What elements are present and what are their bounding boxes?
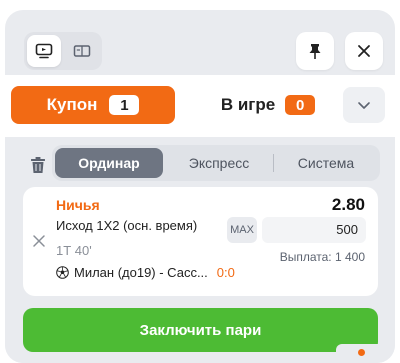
watermark-logo	[336, 344, 386, 360]
view-toggle	[24, 32, 102, 70]
match-score: 0:0	[216, 265, 235, 280]
place-bet-button[interactable]: Заключить пари	[23, 308, 378, 352]
chevron-down-icon	[358, 101, 370, 109]
bet-card: Ничья 2.80 Исход 1Х2 (осн. время) 1Т 40'…	[23, 187, 378, 296]
tab-coupon[interactable]: Купон 1	[11, 86, 175, 124]
bet-outcome: Ничья	[56, 197, 100, 213]
pin-button[interactable]	[296, 32, 334, 70]
clear-all-button[interactable]	[28, 154, 48, 176]
pin-icon	[309, 44, 321, 59]
ticket-view-button[interactable]	[65, 35, 99, 67]
in-game-count-badge: 0	[285, 95, 316, 115]
remove-bet-icon[interactable]	[32, 234, 46, 248]
match-info: Милан (до19) - Сасс... 0:0	[56, 265, 235, 280]
expand-button[interactable]	[343, 87, 385, 123]
payout-text: Выплата: 1 400	[279, 250, 365, 264]
tab-in-game-label: В игре	[220, 95, 276, 114]
segment-divider	[273, 154, 274, 172]
bet-type-selector: Ординар Экспресс Система	[52, 145, 380, 181]
match-period: 1Т 40'	[56, 243, 92, 258]
stake-input[interactable]	[262, 217, 366, 243]
tv-view-button[interactable]	[27, 35, 61, 67]
bet-type-express[interactable]: Экспресс	[165, 148, 273, 178]
watermark-dot-icon	[357, 348, 365, 356]
coupon-count-badge: 1	[109, 95, 140, 115]
trash-icon	[31, 157, 45, 173]
tab-coupon-label: Купон	[46, 95, 98, 114]
bet-odds: 2.80	[331, 195, 365, 214]
bet-type-system[interactable]: Система	[275, 148, 377, 178]
soccer-ball-icon	[56, 266, 69, 279]
close-icon	[358, 45, 370, 57]
tab-in-game[interactable]: В игре 0	[193, 86, 343, 124]
close-button[interactable]	[345, 32, 383, 70]
coupon-tabs: Купон 1 В игре 0	[5, 75, 395, 137]
match-name: Милан (до19) - Сасс...	[74, 265, 208, 280]
betslip-header	[13, 18, 387, 83]
bet-type-single[interactable]: Ординар	[55, 148, 163, 178]
betslip-panel: Купон 1 В игре 0 Ординар Экспресс Систем…	[5, 10, 395, 363]
ticket-icon	[73, 45, 91, 57]
bet-market: Исход 1Х2 (осн. время)	[56, 218, 198, 233]
max-stake-button[interactable]: MAX	[227, 217, 257, 243]
betslip-body: Ординар Экспресс Система Ничья 2.80 Исхо…	[5, 137, 395, 363]
tv-icon	[35, 43, 53, 59]
